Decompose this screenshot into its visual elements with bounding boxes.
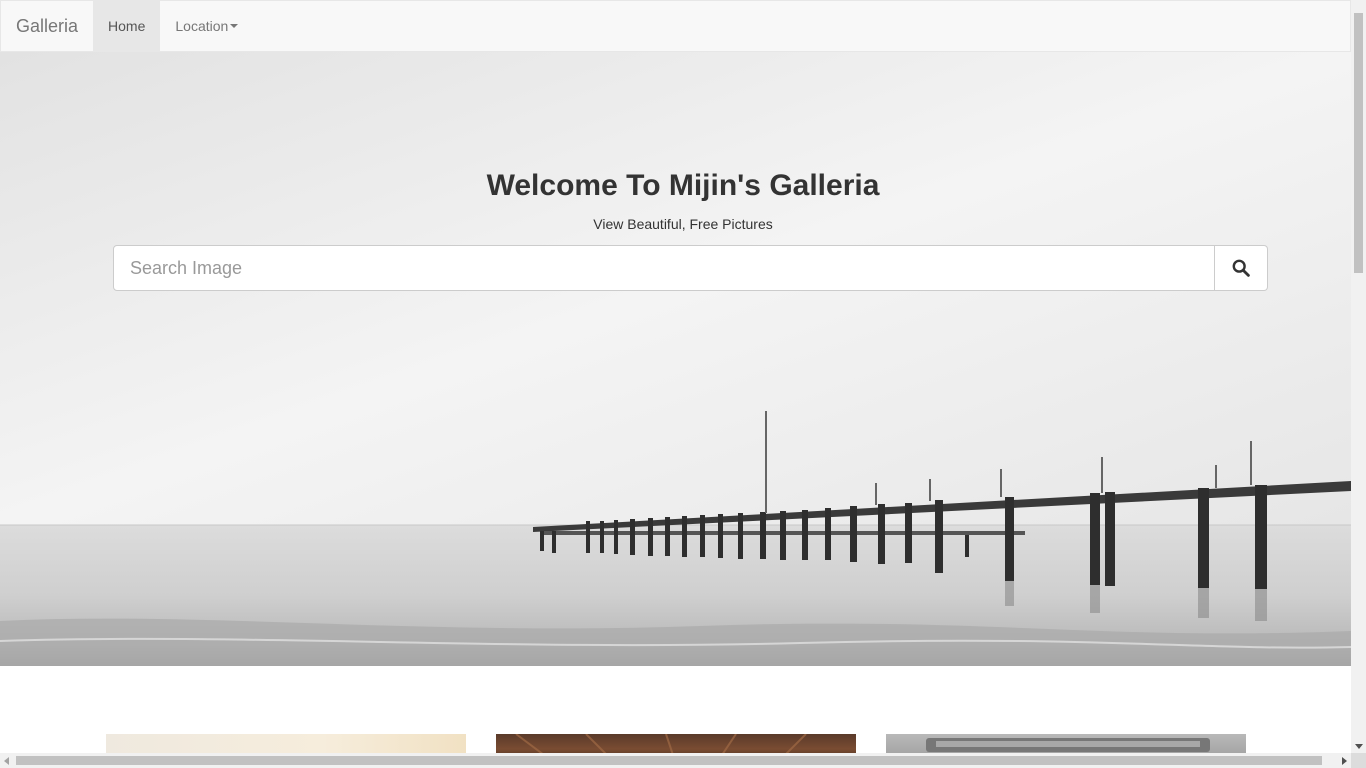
top-navbar: Galleria Home Location — [0, 0, 1351, 52]
wooden-interior-image — [515, 734, 807, 753]
nav-item-home[interactable]: Home — [93, 1, 161, 51]
nav-item-home-label: Home — [108, 18, 146, 34]
search-input[interactable] — [113, 245, 1215, 291]
brand-link[interactable]: Galleria — [1, 1, 93, 51]
gallery-thumbnail[interactable] — [496, 734, 856, 753]
hero-banner: Welcome To Mijin's Galleria View Beautif… — [0, 51, 1351, 666]
page: Galleria Home Location Welcome To Mijin'… — [0, 0, 1351, 753]
search-icon — [1232, 259, 1250, 277]
caret-down-icon — [230, 24, 239, 28]
gallery-thumbnail[interactable] — [106, 734, 466, 753]
vertical-scrollbar[interactable] — [1351, 0, 1366, 753]
nav-item-location-label: Location — [175, 18, 229, 34]
scroll-right-arrow-icon[interactable] — [1342, 757, 1347, 765]
search-bar — [113, 245, 1268, 291]
page-subtitle: View Beautiful, Free Pictures — [593, 216, 773, 232]
grey-vehicle-image — [926, 738, 1210, 752]
pier-background-image — [0, 51, 1351, 666]
gallery-thumbnail[interactable] — [886, 734, 1246, 753]
search-button[interactable] — [1215, 245, 1268, 291]
horizontal-scrollbar[interactable] — [0, 753, 1351, 768]
nav-item-location-dropdown[interactable]: Location — [160, 1, 253, 51]
scroll-left-arrow-icon[interactable] — [4, 757, 9, 765]
scroll-down-arrow-icon[interactable] — [1355, 744, 1363, 749]
vertical-scroll-thumb[interactable] — [1354, 13, 1363, 273]
horizontal-scroll-thumb[interactable] — [16, 756, 1322, 765]
page-title: Welcome To Mijin's Galleria — [486, 169, 880, 202]
scrollbar-corner — [1351, 753, 1366, 768]
